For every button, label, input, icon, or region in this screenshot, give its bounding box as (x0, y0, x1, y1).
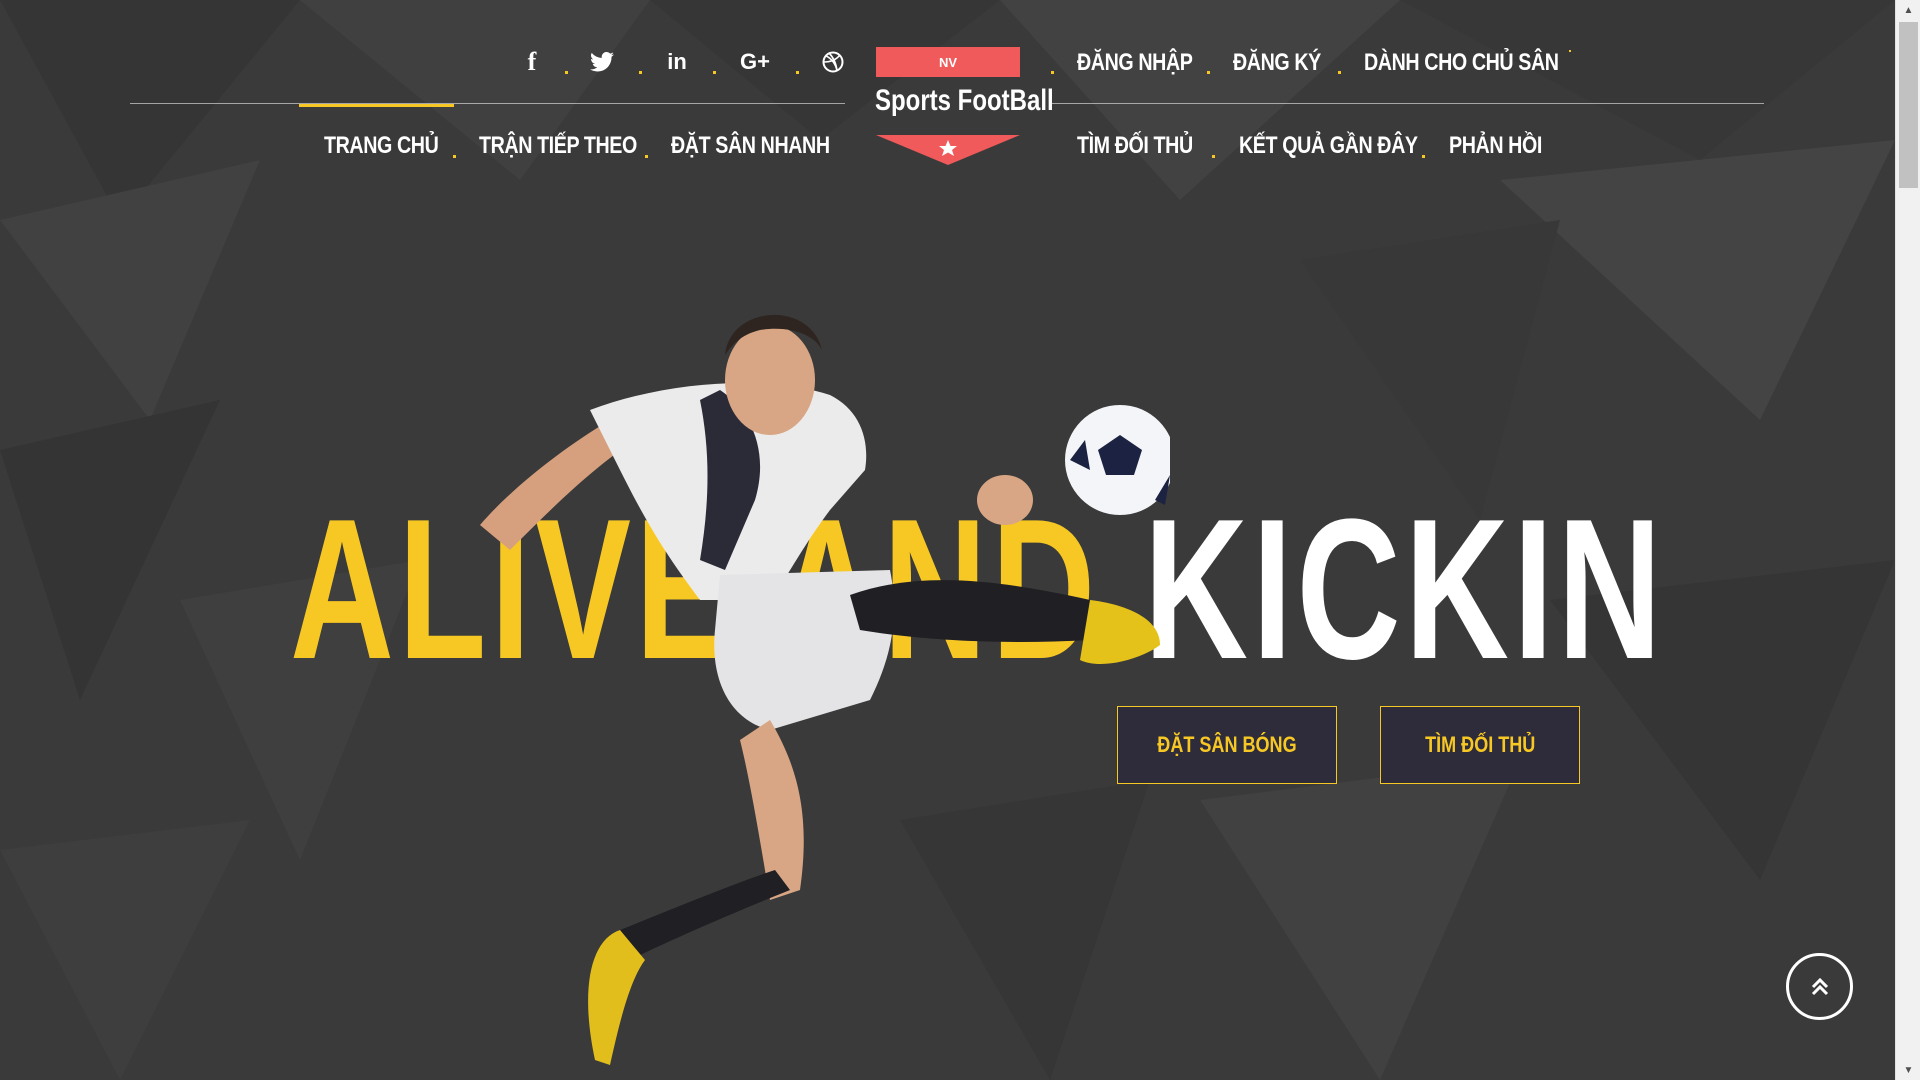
separator-dot (645, 155, 648, 158)
separator-dot (453, 155, 456, 158)
nav-recent-results[interactable]: KẾT QUẢ GẦN ĐÂY (1239, 132, 1418, 160)
football-player-image (480, 314, 1170, 1065)
separator-dot (1422, 155, 1425, 158)
twitter-icon[interactable] (588, 48, 616, 76)
separator-dot (1569, 50, 1571, 52)
scroll-up-arrow[interactable]: ▲ (1896, 0, 1920, 20)
nav-find-opponent[interactable]: TÌM ĐỐI THỦ (1077, 132, 1193, 160)
scrollbar-thumb[interactable] (1899, 22, 1918, 188)
separator-dot (713, 71, 716, 74)
nav-next-matches[interactable]: TRẬN TIẾP THEO (479, 132, 637, 160)
page-scrollbar[interactable]: ▲ ▼ (1895, 0, 1920, 1080)
linkedin-icon[interactable]: in (662, 48, 692, 76)
chevron-double-up-icon (1811, 977, 1828, 995)
header-divider-right (1052, 103, 1764, 104)
dribbble-icon[interactable] (820, 48, 846, 76)
googleplus-icon[interactable]: G+ (737, 48, 773, 76)
book-field-button[interactable]: ĐẶT SÂN BÓNG (1117, 706, 1337, 784)
scroll-to-top-button[interactable] (1786, 953, 1853, 1020)
separator-dot (639, 71, 642, 74)
separator-dot (1207, 71, 1210, 74)
nav-home[interactable]: TRANG CHỦ (324, 132, 439, 160)
separator-dot (1338, 71, 1341, 74)
nav-feedback[interactable]: PHẢN HỒI (1449, 132, 1542, 160)
nav-login[interactable]: ĐĂNG NHẬP (1077, 49, 1193, 77)
facebook-icon[interactable]: f (520, 47, 544, 76)
separator-dot (565, 71, 568, 74)
logo-badge: NV (876, 47, 1020, 77)
header-divider-left (130, 103, 845, 104)
separator-dot (1212, 155, 1215, 158)
scroll-down-arrow[interactable]: ▼ (1896, 1060, 1920, 1080)
find-opponent-button[interactable]: TÌM ĐỐI THỦ (1380, 706, 1580, 784)
logo-ribbon (876, 135, 1020, 165)
nav-register[interactable]: ĐĂNG KÝ (1233, 49, 1321, 77)
site-logo[interactable]: NV Sports FootBall (857, 40, 1054, 170)
nav-quick-booking[interactable]: ĐẶT SÂN NHANH (671, 132, 830, 160)
separator-dot (1051, 71, 1054, 74)
nav-for-field-owners[interactable]: DÀNH CHO CHỦ SÂN (1364, 49, 1559, 77)
logo-title: Sports FootBall (875, 84, 1054, 117)
separator-dot (796, 71, 799, 74)
active-nav-indicator (299, 104, 454, 107)
hero-headline-white: KICKIN (1143, 478, 1666, 701)
